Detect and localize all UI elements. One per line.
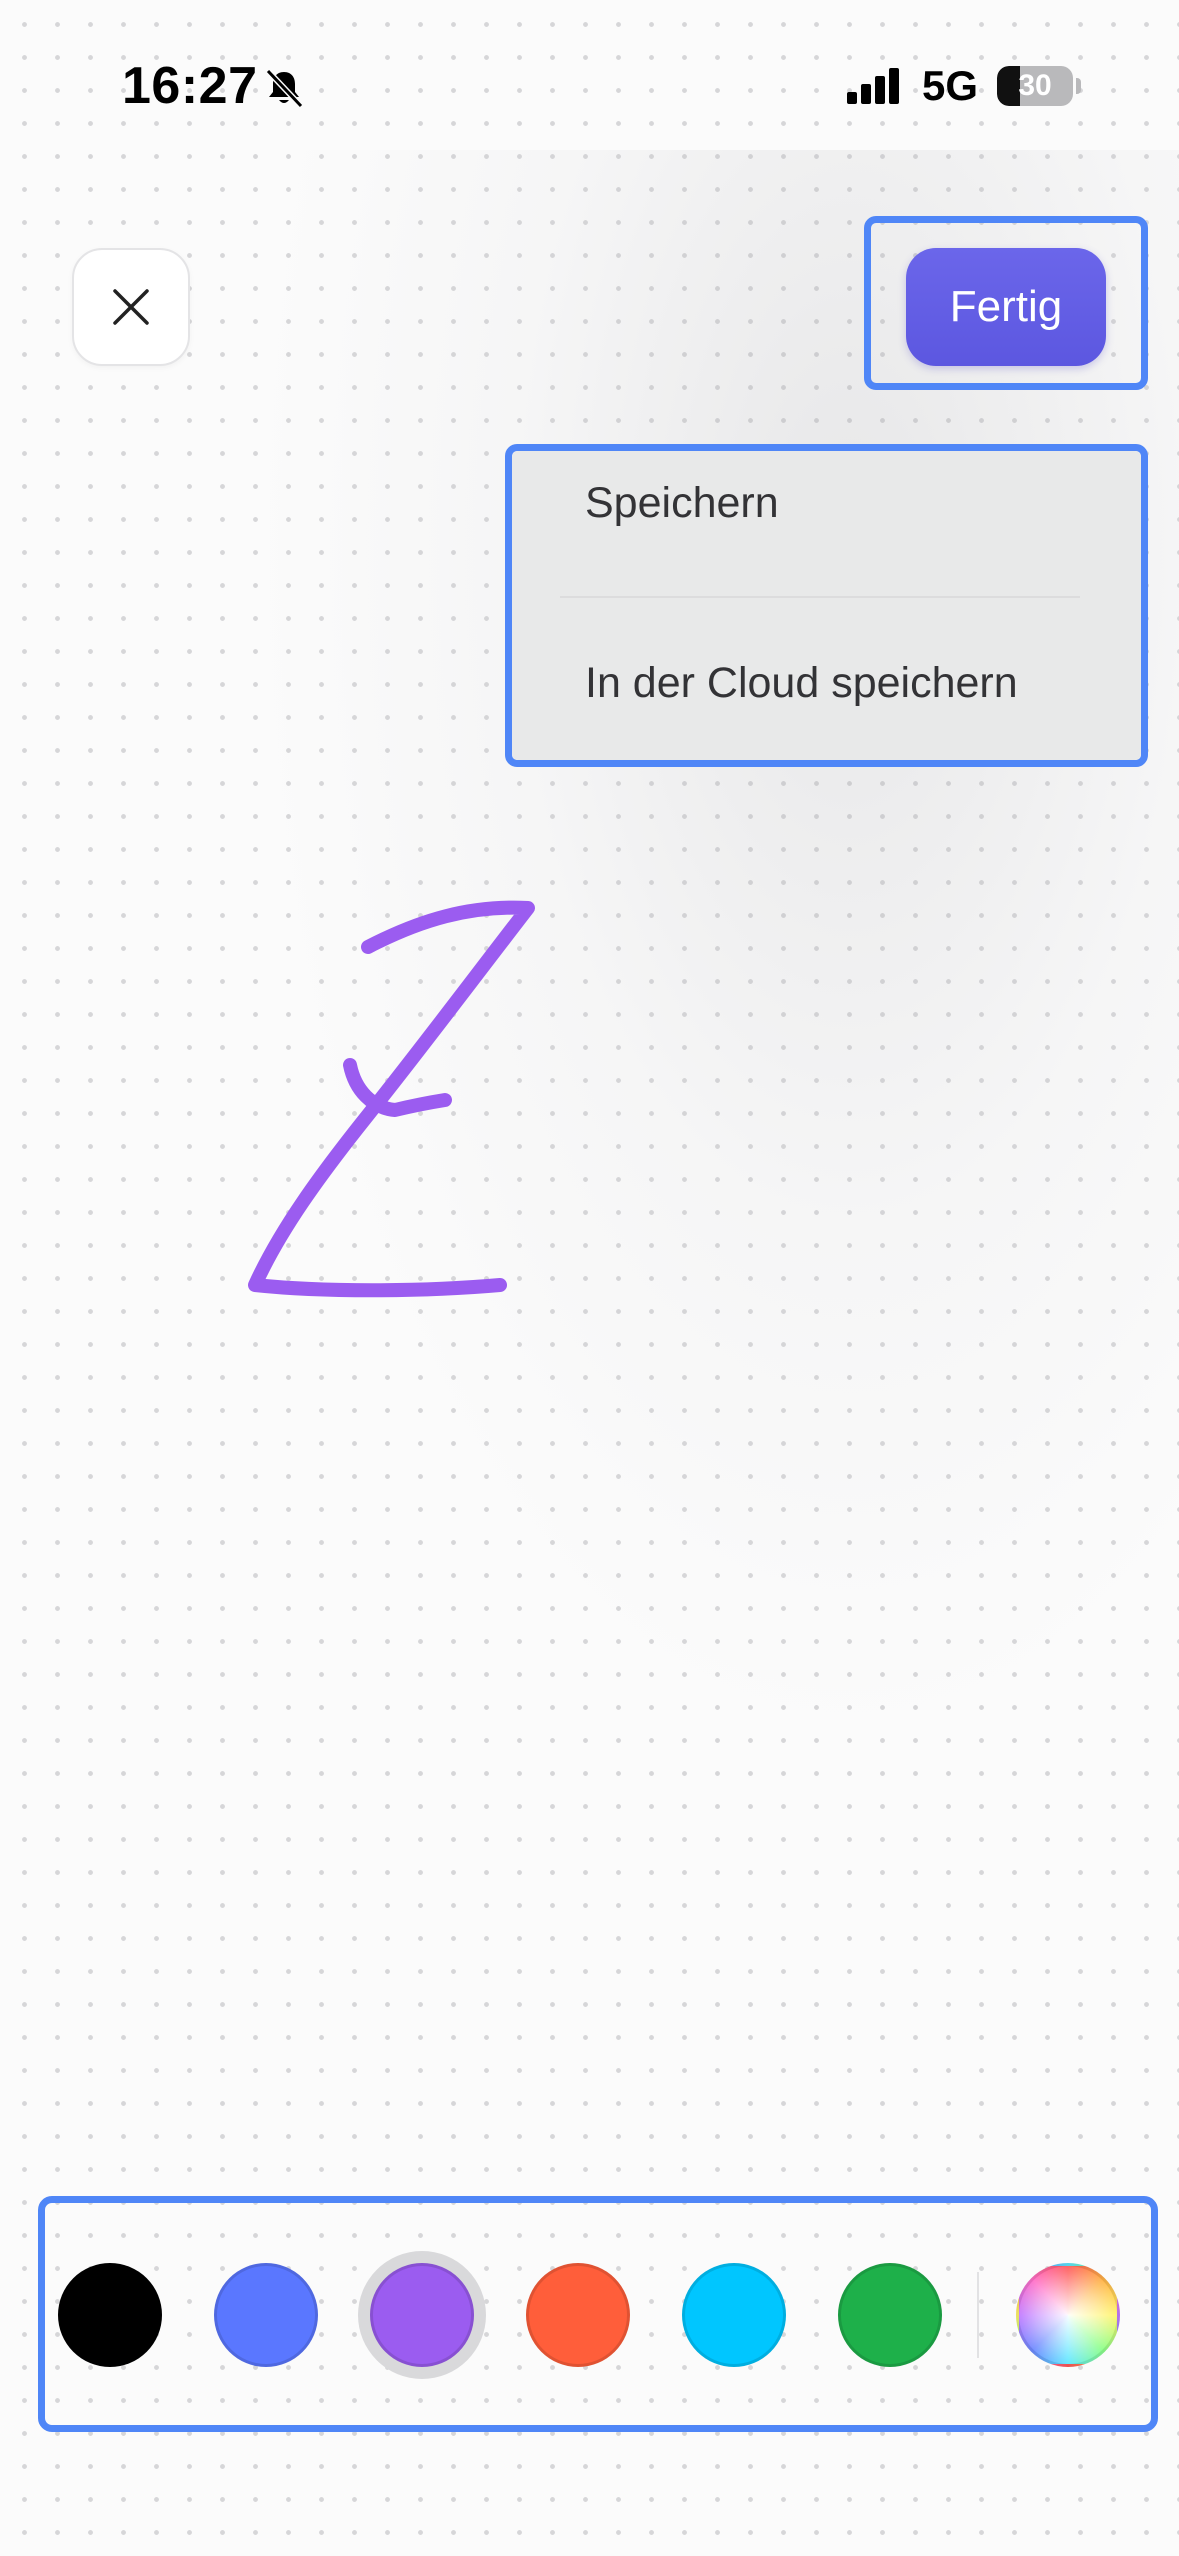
- close-icon: [113, 289, 149, 325]
- menu-item-save[interactable]: Speichern: [585, 479, 779, 528]
- palette-divider: [977, 2272, 979, 2358]
- color-swatch-purple[interactable]: [370, 2263, 474, 2367]
- battery-icon: 30: [997, 66, 1073, 106]
- battery-percentage: 30: [1018, 69, 1052, 102]
- status-bar: 16:27 5G 30: [0, 0, 1179, 150]
- close-button[interactable]: [72, 248, 190, 366]
- done-button[interactable]: Fertig: [906, 248, 1106, 366]
- status-time: 16:27: [122, 57, 258, 115]
- color-swatch-black[interactable]: [58, 2263, 162, 2367]
- color-wheel-icon[interactable]: [1016, 2263, 1120, 2367]
- drawn-stroke-crossbar: [343, 1058, 452, 1117]
- menu-shadow: [250, 150, 1179, 1750]
- cellular-signal-icon: [847, 68, 899, 104]
- drawn-stroke: [248, 900, 535, 1298]
- battery-tip: [1076, 78, 1081, 94]
- network-type: 5G: [922, 62, 979, 109]
- color-swatch-green[interactable]: [838, 2263, 942, 2367]
- color-swatch-blue[interactable]: [214, 2263, 318, 2367]
- color-swatch-cyan[interactable]: [682, 2263, 786, 2367]
- drawing-screen: 16:27 5G 30 Fertig Speichern In der Clou…: [0, 0, 1179, 2556]
- save-menu: Speichern In der Cloud speichern: [512, 451, 1141, 760]
- menu-item-save-to-cloud[interactable]: In der Cloud speichern: [585, 659, 1018, 708]
- menu-divider: [560, 596, 1080, 598]
- color-wheel-highlight: [1019, 2266, 1117, 2364]
- color-swatch-orange[interactable]: [526, 2263, 630, 2367]
- bell-slash-icon: [265, 68, 304, 109]
